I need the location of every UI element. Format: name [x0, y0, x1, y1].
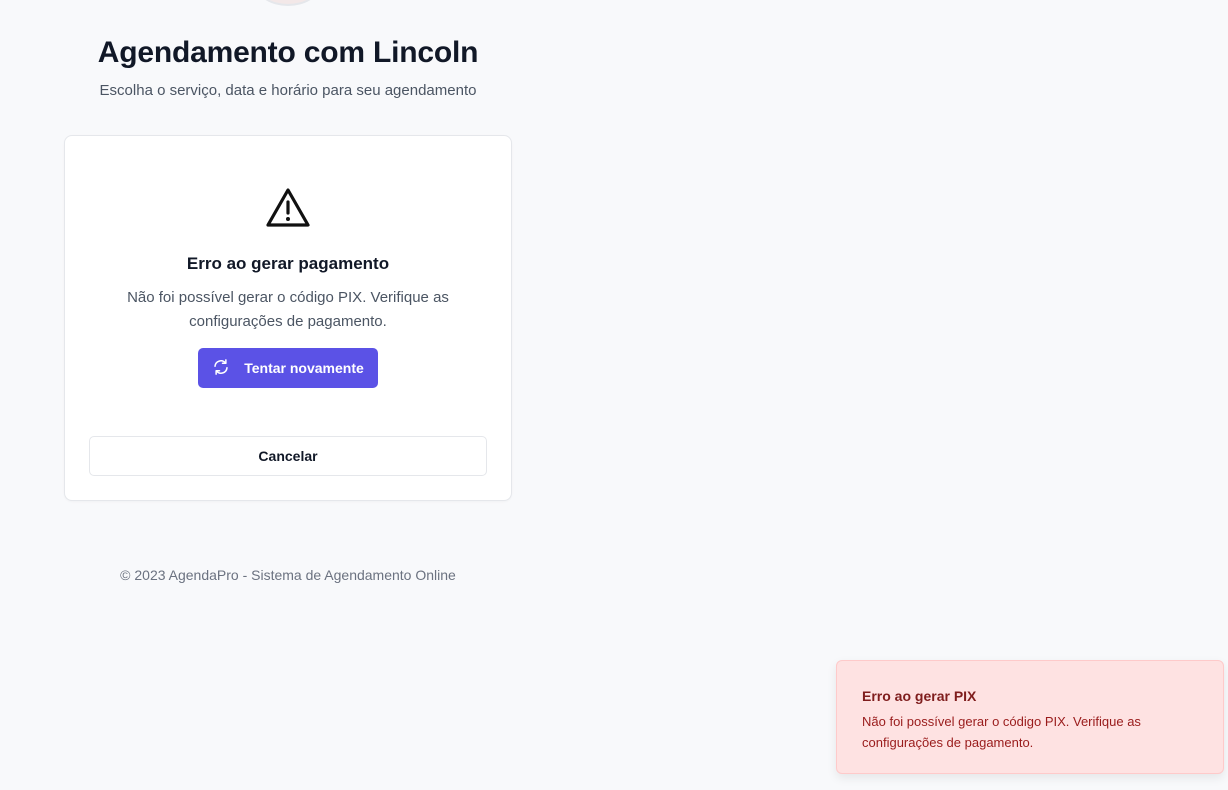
- error-message: Não foi possível gerar o código PIX. Ver…: [127, 289, 449, 330]
- avatar: [256, 0, 320, 6]
- toast-message: Não foi possível gerar o código PIX. Ver…: [862, 714, 1141, 750]
- warning-triangle-icon: [264, 185, 312, 233]
- page-title: Agendamento com Lincoln: [97, 36, 479, 69]
- refresh-icon: [212, 358, 230, 379]
- cancel-button[interactable]: Cancelar: [89, 436, 487, 476]
- toast-title: Erro ao gerar PIX: [862, 688, 977, 704]
- retry-button[interactable]: Tentar novamente: [198, 348, 378, 388]
- page-subtitle: Escolha o serviço, data e horário para s…: [99, 82, 477, 99]
- footer-copyright: © 2023 AgendaPro - Sistema de Agendament…: [120, 567, 456, 583]
- error-title: Erro ao gerar pagamento: [186, 254, 390, 273]
- retry-button-label: Tentar novamente: [244, 360, 364, 376]
- error-toast: Erro ao gerar PIX Não foi possível gerar…: [836, 660, 1224, 774]
- error-card: Erro ao gerar pagamento Não foi possível…: [64, 135, 512, 501]
